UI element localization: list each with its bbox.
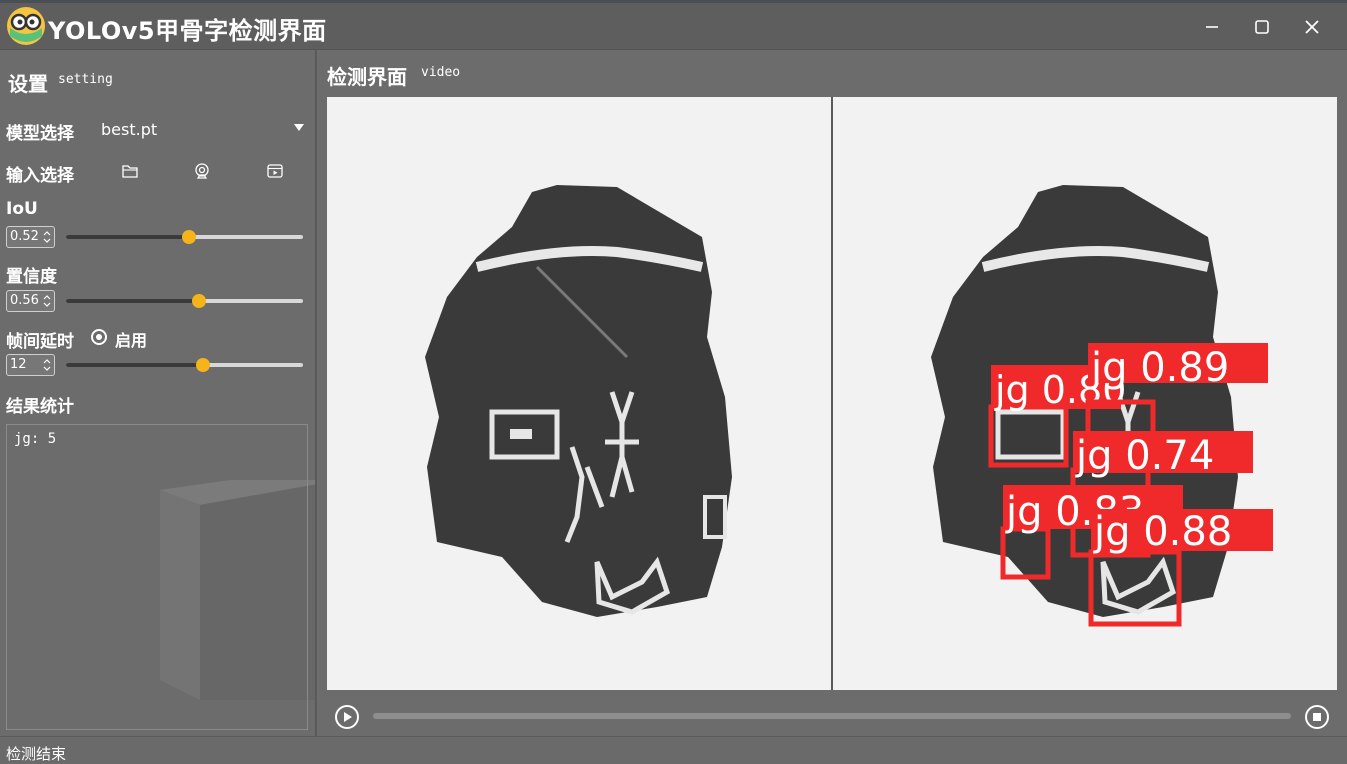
delay-enable-radio[interactable] [91, 329, 107, 345]
confidence-spinbox[interactable]: 0.56 [6, 290, 55, 312]
confidence-value: 0.56 [10, 293, 39, 308]
iou-spinbox[interactable]: 0.52 [6, 226, 55, 248]
confidence-slider-fill [66, 299, 199, 303]
maximize-icon[interactable] [1248, 13, 1276, 41]
detection-result-view: jg 0.80 jg 0.89 jg 0.74 jg 0.83 jg 0.88 [833, 97, 1337, 690]
status-text: 检测结束 [6, 745, 67, 763]
frame-delay-label: 帧间延时 [6, 332, 74, 352]
model-select-value: best.pt [101, 120, 158, 139]
detection-panel: 检测界面 video jg 0.80 jg 0.89 jg 0.74 jg 0.… [319, 50, 1347, 736]
iou-slider[interactable] [66, 228, 303, 246]
minimize-icon[interactable] [1198, 13, 1226, 41]
webcam-icon[interactable] [193, 162, 211, 180]
delay-value: 12 [10, 357, 27, 372]
delay-slider-fill [66, 363, 204, 367]
delay-slider-handle[interactable] [196, 358, 211, 372]
spin-arrows-icon[interactable] [43, 294, 51, 308]
play-icon[interactable] [334, 704, 360, 730]
results-text: jg: 5 [14, 431, 57, 447]
detection-label: jg 0.89 [1090, 345, 1229, 391]
settings-subtitle: setting [58, 72, 113, 87]
window-title: YOLOv5甲骨字检测界面 [48, 17, 327, 45]
delay-slider[interactable] [66, 356, 303, 374]
model-label: 模型选择 [6, 124, 74, 144]
iou-label: IoU [6, 199, 38, 219]
detection-label: jg 0.88 [1093, 509, 1232, 555]
close-icon[interactable] [1298, 13, 1326, 41]
oracle-bone-image [327, 97, 831, 690]
iou-slider-fill [66, 235, 190, 239]
status-bar: 检测结束 [0, 736, 1347, 764]
dropdown-arrow-icon [294, 124, 304, 131]
delay-enable-label[interactable]: 启用 [115, 327, 147, 351]
detection-label: jg 0.74 [1075, 433, 1214, 479]
video-file-icon[interactable] [266, 162, 284, 180]
spin-arrows-icon[interactable] [43, 230, 51, 244]
settings-title: 设置 [8, 72, 48, 96]
stop-icon[interactable] [1304, 704, 1330, 730]
results-textbox[interactable]: jg: 5 [6, 424, 308, 730]
video-progress-bar[interactable] [373, 713, 1291, 719]
input-label: 输入选择 [6, 166, 74, 186]
detection-subtitle: video [421, 65, 461, 80]
results-label: 结果统计 [6, 397, 74, 417]
detection-title: 检测界面 [327, 65, 407, 89]
confidence-label: 置信度 [6, 267, 57, 287]
delay-spinbox[interactable]: 12 [6, 354, 55, 376]
settings-panel: 设置 setting 模型选择 best.pt 输入选择 IoU 0.52 置信… [0, 50, 317, 736]
app-logo-icon [6, 6, 46, 46]
confidence-slider-handle[interactable] [191, 294, 206, 308]
title-bar: YOLOv5甲骨字检测界面 [0, 0, 1347, 50]
model-select[interactable]: best.pt [94, 116, 308, 142]
original-image-view [327, 97, 831, 690]
confidence-slider[interactable] [66, 292, 303, 310]
folder-icon[interactable] [121, 162, 139, 180]
iou-value: 0.52 [10, 229, 39, 244]
detection-result-image: jg 0.80 jg 0.89 jg 0.74 jg 0.83 jg 0.88 [833, 97, 1337, 690]
iou-slider-handle[interactable] [182, 230, 197, 244]
spin-arrows-icon[interactable] [43, 358, 51, 372]
